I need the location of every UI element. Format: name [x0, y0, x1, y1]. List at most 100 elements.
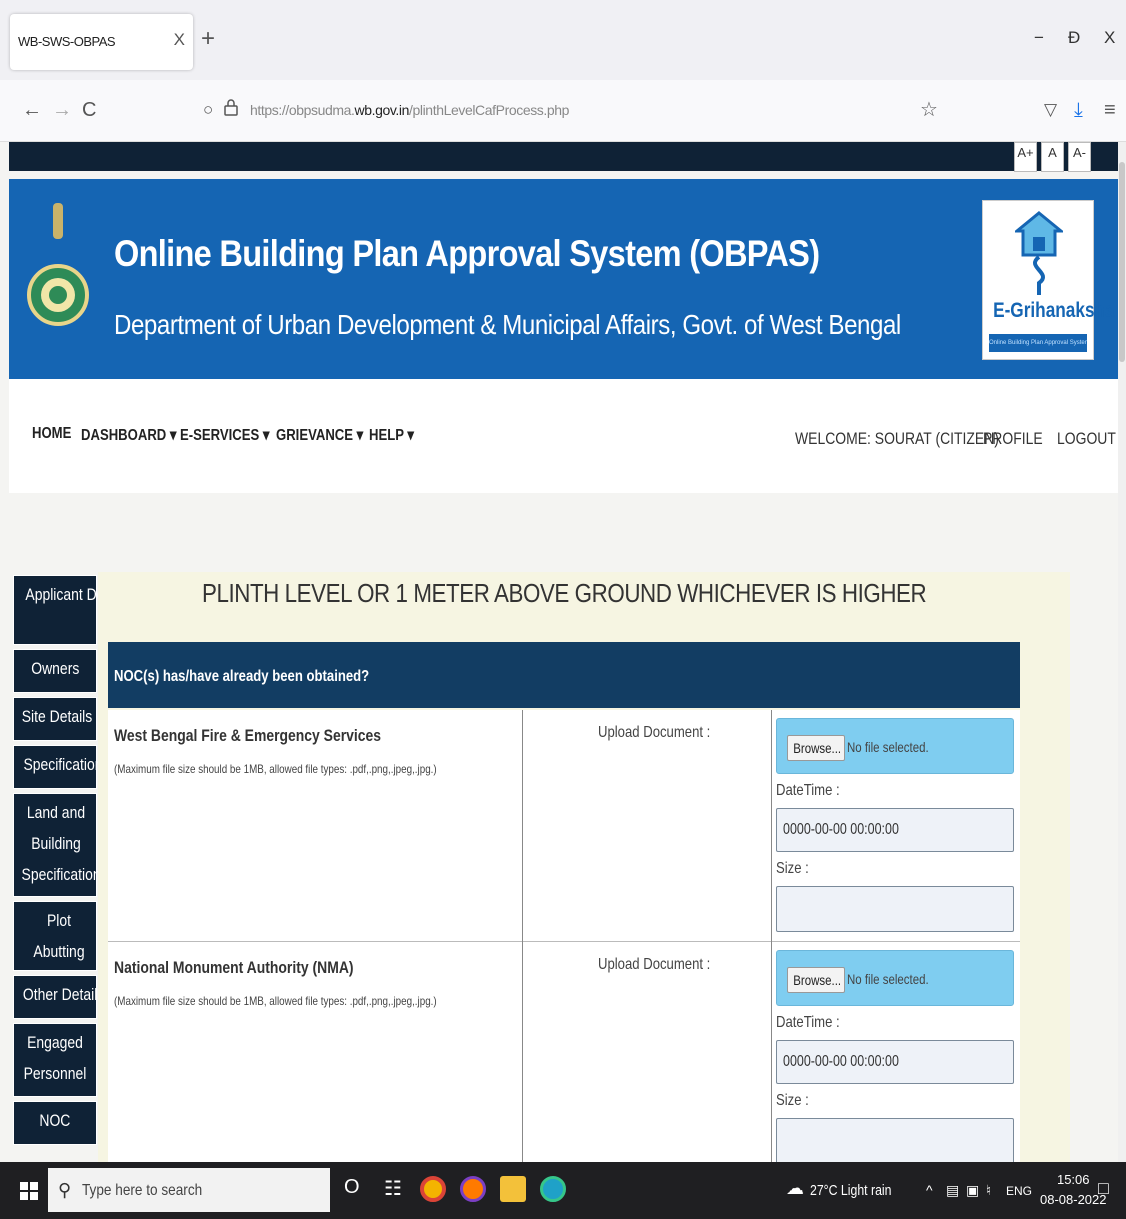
windows-start-icon[interactable] — [20, 1182, 38, 1200]
windows-taskbar: ⚲ Type here to search O ☷ ☁ 27°C Light r… — [0, 1162, 1126, 1219]
font-increase-button[interactable]: A+ — [1014, 142, 1037, 172]
menu-profile[interactable]: PROFILE — [983, 429, 1043, 449]
datetime-value: 0000-00-00 00:00:00 — [783, 1053, 899, 1070]
edge-icon[interactable] — [540, 1176, 566, 1202]
sidebar-item-specifications[interactable]: Specifications — [13, 745, 109, 789]
sidebar-item-label: Specifications — [23, 755, 110, 774]
size-label: Size : — [776, 1092, 809, 1109]
web-page: A+ A A- Online Building Plan Approval Sy… — [0, 142, 1126, 1162]
url-path: /plinthLevelCafProcess.php — [409, 102, 570, 118]
lock-icon[interactable] — [224, 98, 238, 121]
browse-button[interactable]: Browse... — [787, 735, 845, 761]
new-tab-icon[interactable]: + — [201, 27, 215, 51]
notification-icon[interactable]: □ — [1098, 1178, 1109, 1199]
tray-expand-icon[interactable]: ^ — [926, 1182, 933, 1198]
browse-label: Browse... — [793, 972, 842, 988]
noc-file-note: (Maximum file size should be 1MB, allowe… — [114, 762, 437, 776]
font-decrease-button[interactable]: A- — [1068, 142, 1091, 172]
pocket-icon[interactable]: ▽ — [1044, 100, 1057, 120]
back-icon[interactable]: ← — [22, 100, 42, 120]
clock[interactable]: 15:06 08-08-2022 — [1040, 1170, 1107, 1210]
font-size-controls: A+ A A- — [1014, 142, 1091, 172]
address-bar[interactable]: https://obpsudma.wb.gov.in/plinthLevelCa… — [250, 102, 569, 118]
noc-row-nma: National Monument Authority (NMA) (Maxim… — [108, 942, 1020, 1162]
file-upload-field[interactable]: Browse... No file selected. — [776, 950, 1014, 1006]
browser-tab-bar: WB-SWS-OBPAS X + − Ɖ X — [0, 0, 1126, 80]
tab-title: WB-SWS-OBPAS — [18, 34, 116, 49]
noc-authority-name: West Bengal Fire & Emergency Services — [114, 726, 382, 745]
sidebar-item-label: Engaged Personnel — [23, 1033, 87, 1083]
sidebar-item-label: Site Details — [21, 707, 93, 726]
column-divider — [522, 942, 523, 1162]
url-domain: wb.gov.in — [354, 102, 410, 118]
meet-icon[interactable]: ▣ — [966, 1182, 979, 1199]
size-label: Size : — [776, 860, 809, 877]
firefox-icon[interactable] — [460, 1176, 486, 1202]
restore-icon[interactable]: Ɖ — [1068, 28, 1080, 48]
menu-home[interactable]: HOME — [32, 425, 71, 443]
taskbar-search[interactable]: ⚲ Type here to search — [48, 1168, 330, 1212]
sidebar-item-engaged-personnel[interactable]: Engaged Personnel — [13, 1023, 97, 1097]
minimize-icon[interactable]: − — [1034, 28, 1044, 48]
noc-file-note: (Maximum file size should be 1MB, allowe… — [114, 994, 437, 1008]
browse-button[interactable]: Browse... — [787, 967, 845, 993]
sidebar-item-site-details[interactable]: Site Details — [13, 697, 97, 741]
sidebar-item-land-building[interactable]: Land and Building Specifications — [13, 793, 108, 897]
tab-close-icon[interactable]: X — [174, 30, 185, 50]
language-indicator[interactable]: ENG — [1006, 1184, 1032, 1198]
chrome-icon[interactable] — [420, 1176, 446, 1202]
size-field[interactable] — [776, 1118, 1014, 1162]
scrollbar-thumb[interactable] — [1119, 162, 1125, 362]
main-content: PLINTH LEVEL OR 1 METER ABOVE GROUND WHI… — [98, 572, 1070, 1162]
sidebar-item-owners[interactable]: Owners — [13, 649, 97, 693]
file-status: No file selected. — [847, 739, 929, 755]
top-strip: A+ A A- — [9, 142, 1119, 172]
size-field[interactable] — [776, 886, 1014, 932]
reload-icon[interactable]: C — [82, 100, 96, 120]
datetime-label: DateTime : — [776, 782, 840, 799]
sidebar-item-label: Land and Building Specifications — [21, 803, 108, 884]
site-subtitle: Department of Urban Development & Munici… — [114, 309, 901, 340]
file-explorer-icon[interactable] — [500, 1176, 526, 1202]
noc-row-fire: West Bengal Fire & Emergency Services (M… — [108, 710, 1020, 942]
task-view-icon[interactable]: ☷ — [384, 1176, 402, 1201]
datetime-label: DateTime : — [776, 1014, 840, 1031]
e-grihanaksha-logo: E-Grihanaksha Online Building Plan Appro… — [982, 200, 1115, 360]
sidebar-item-label: Owners — [30, 659, 80, 678]
sidebar-item-label: Other Details — [22, 985, 105, 1004]
datetime-field[interactable]: 0000-00-00 00:00:00 — [776, 808, 1014, 852]
url-prefix: https://obpsudma. — [250, 102, 355, 118]
menu-help[interactable]: HELP ▾ — [369, 425, 414, 445]
browser-nav-bar: ← → C ○ https://obpsudma.wb.gov.in/plint… — [0, 80, 1126, 142]
sidebar-item-noc[interactable]: NOC — [13, 1101, 97, 1145]
menu-eservices[interactable]: E-SERVICES ▾ — [180, 425, 269, 445]
forward-icon[interactable]: → — [52, 100, 72, 120]
close-window-icon[interactable]: X — [1104, 28, 1115, 48]
west-bengal-emblem-icon — [27, 203, 89, 326]
menu-dashboard[interactable]: DASHBOARD ▾ — [81, 425, 177, 445]
font-normal-button[interactable]: A — [1041, 142, 1064, 172]
weather-cloud-icon[interactable]: ☁ — [786, 1178, 804, 1199]
menu-icon[interactable]: ≡ — [1104, 100, 1116, 120]
weather-text[interactable]: 27°C Light rain — [810, 1182, 892, 1199]
menu-grievance[interactable]: GRIEVANCE ▾ — [276, 425, 363, 445]
clock-date: 08-08-2022 — [1040, 1192, 1107, 1207]
search-placeholder: Type here to search — [82, 1182, 203, 1199]
tracking-shield-icon[interactable]: ○ — [203, 100, 213, 120]
sidebar-item-plot-abutting[interactable]: Plot Abutting Details — [13, 901, 97, 992]
datetime-field[interactable]: 0000-00-00 00:00:00 — [776, 1040, 1014, 1084]
network-icon[interactable]: ▤ — [946, 1182, 959, 1199]
page-scrollbar[interactable] — [1118, 142, 1126, 1162]
browser-tab[interactable]: WB-SWS-OBPAS X — [10, 14, 193, 70]
upload-label: Upload Document : — [598, 956, 711, 973]
sidebar-item-applicant-details[interactable]: Applicant Details — [13, 575, 129, 645]
sidebar-item-other-details[interactable]: Other Details — [13, 975, 104, 1019]
cortana-icon[interactable]: O — [344, 1176, 360, 1199]
search-icon: ⚲ — [58, 1180, 72, 1200]
download-icon[interactable]: ⤓ — [1074, 100, 1083, 120]
page-title-text: PLINTH LEVEL OR 1 METER ABOVE GROUND WHI… — [201, 578, 927, 608]
bookmark-star-icon[interactable]: ☆ — [920, 100, 938, 120]
menu-logout[interactable]: LOGOUT — [1057, 429, 1116, 449]
volume-icon[interactable]: ♮ — [986, 1182, 991, 1199]
file-upload-field[interactable]: Browse... No file selected. — [776, 718, 1014, 774]
